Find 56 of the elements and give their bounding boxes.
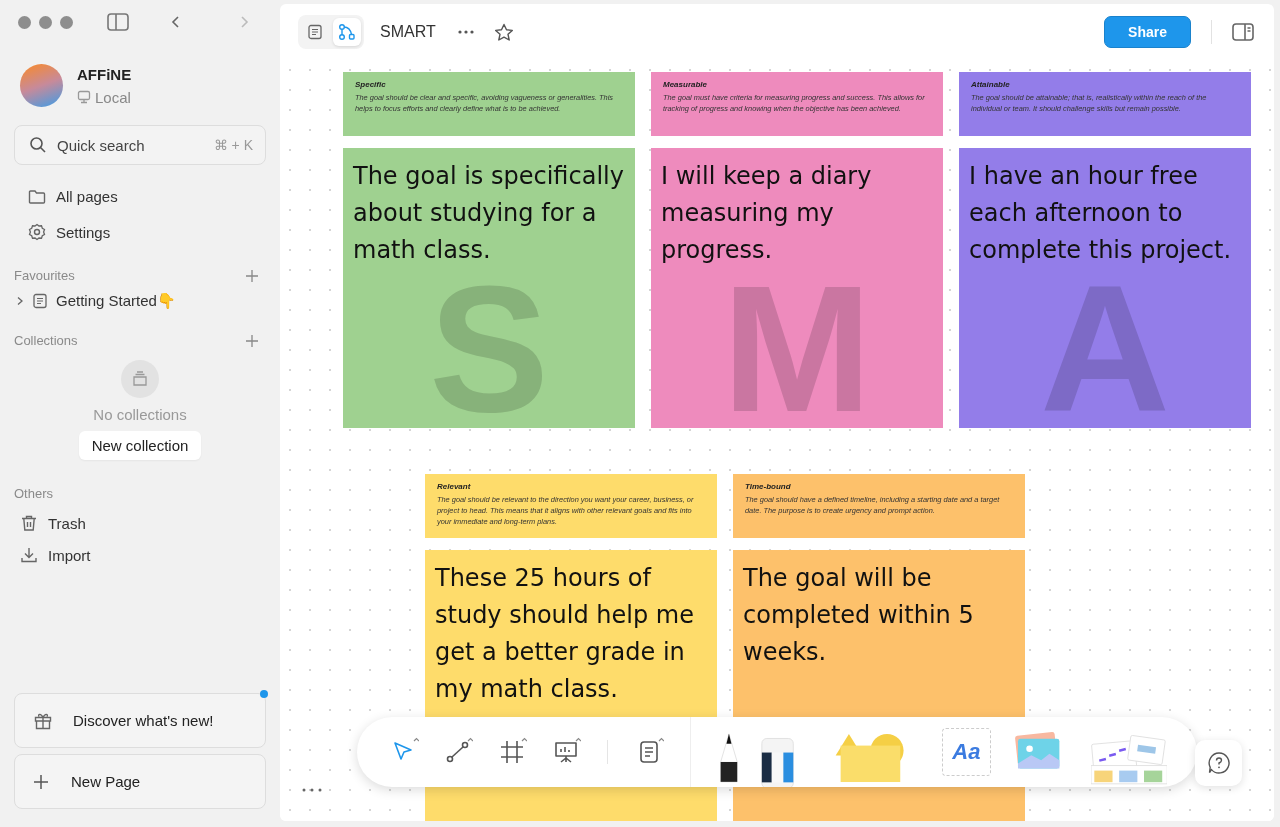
- window-close-button[interactable]: [18, 15, 31, 29]
- note-text: I will keep a diary measuring my progress.: [661, 161, 873, 266]
- shortcut-hint: ⌘ + K: [213, 137, 253, 153]
- more-icon[interactable]: [457, 30, 474, 34]
- note-title: Measurable: [663, 80, 709, 89]
- empty-state-text: No collections: [93, 406, 187, 423]
- workspace-name: AFFiNE: [77, 65, 132, 83]
- page-icon: [32, 293, 48, 309]
- right-sidebar-icon[interactable]: [1232, 23, 1254, 41]
- note-title: Specific: [355, 80, 387, 89]
- edgeless-icon: [338, 23, 356, 41]
- section-title: Collections: [14, 333, 78, 348]
- download-icon: [20, 546, 38, 564]
- add-icon[interactable]: [246, 334, 258, 347]
- note-title: Attainable: [971, 80, 1011, 89]
- trash-icon: [20, 514, 38, 532]
- note-title: Time-bound: [745, 482, 792, 491]
- sidebar-item[interactable]: Getting Started👇: [14, 287, 266, 315]
- back-icon[interactable]: [171, 15, 181, 29]
- new-collection-button[interactable]: New collection: [78, 431, 202, 460]
- plus-icon: [33, 773, 49, 790]
- star-icon[interactable]: [493, 22, 514, 42]
- help-button[interactable]: [1195, 740, 1242, 786]
- sidebar-toggle-icon[interactable]: [107, 13, 129, 31]
- note-title: Relevant: [437, 482, 472, 491]
- monitor-icon: [77, 90, 91, 104]
- sidebar-item[interactable]: Settings: [14, 218, 266, 246]
- note-text: The goal will be completed within 5 weeks.: [743, 563, 975, 668]
- discover-button[interactable]: Discover what's new!: [14, 693, 266, 748]
- sidebar-item[interactable]: Trash: [14, 509, 266, 537]
- expand-icon[interactable]: [16, 296, 24, 306]
- window-minimize-button[interactable]: [39, 15, 52, 29]
- edgeless-mode-button[interactable]: [333, 18, 361, 46]
- settings-icon: [28, 223, 46, 241]
- folder-icon: [28, 188, 46, 205]
- text-tool-button[interactable]: Aa: [942, 728, 991, 776]
- note-text: The goal is specifically about studying for a math class.: [353, 161, 625, 266]
- section-title: Others: [14, 486, 53, 501]
- new-page-button[interactable]: New Page: [14, 754, 266, 809]
- sidebar-item[interactable]: All pages: [14, 183, 266, 210]
- workspace-avatar[interactable]: [20, 64, 63, 107]
- sidebar-item[interactable]: Import: [14, 541, 266, 569]
- section-title: Favourites: [14, 268, 75, 283]
- window-zoom-button[interactable]: [60, 15, 73, 29]
- help-icon: [1206, 751, 1231, 775]
- search-icon: [29, 136, 47, 154]
- document-title[interactable]: SMART: [380, 23, 436, 41]
- more-icon[interactable]: [302, 788, 322, 792]
- quick-search-field[interactable]: Quick search ⌘ + K: [14, 125, 266, 165]
- note-text: I have an hour free each afternoon to complete this project.: [969, 161, 1233, 266]
- add-icon[interactable]: [246, 269, 258, 282]
- collection-icon: [121, 360, 159, 398]
- storage-label: Local: [95, 88, 131, 106]
- page-icon: [307, 24, 323, 40]
- note-card[interactable]: [425, 474, 717, 538]
- note-text: These 25 hours of study should help me get a better grade in my math class.: [435, 563, 695, 705]
